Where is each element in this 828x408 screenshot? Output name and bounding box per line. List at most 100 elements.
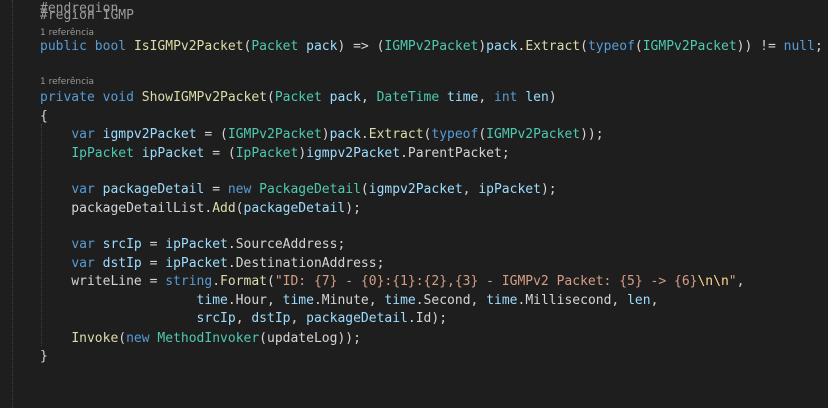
code-token: time — [447, 90, 479, 105]
code-token: private — [40, 90, 95, 105]
code-token: ipPacket — [141, 146, 205, 161]
code-token: srcIp — [102, 237, 142, 252]
code-token: ipPacket — [165, 256, 228, 271]
code-token: .Hour, — [227, 293, 283, 308]
code-token: , — [736, 274, 745, 289]
code-token: , — [235, 311, 252, 326]
code-token: dstIp — [251, 311, 291, 326]
code-token: #endregion — [40, 1, 119, 16]
code-token: ( — [580, 39, 588, 54]
code-text: packageDetailList.Add(packageDetail); — [40, 200, 361, 218]
code-token: PackageDetail — [259, 182, 361, 197]
code-token: typeof — [587, 39, 635, 54]
code-token: dstIp — [102, 256, 142, 271]
code-token: ( — [267, 274, 275, 289]
code-line[interactable]: packageDetailList.Add(packageDetail); — [0, 200, 828, 218]
code-token: IGMPv2Packet — [642, 39, 737, 54]
code-token: .Millisecond, — [517, 293, 628, 308]
code-line[interactable]: public bool IsIGMPv2Packet ( Packet pack ) … — [0, 38, 828, 56]
code-token: new — [126, 331, 150, 346]
code-token: public — [40, 39, 87, 54]
code-line[interactable] — [0, 385, 828, 403]
code-token: ); — [540, 182, 557, 197]
code-text: time.Hour, time.Minute, time.Second, tim… — [40, 292, 659, 310]
code-token: = — [204, 182, 228, 197]
code-token: packageDetail — [102, 182, 205, 197]
code-token: ) — [548, 90, 557, 105]
code-line[interactable]: srcIp, dstIp, packageDetail.Id); — [0, 310, 828, 328]
code-token: . — [212, 274, 221, 289]
code-token: var — [71, 237, 95, 252]
code-line[interactable]: { — [0, 108, 828, 126]
code-token: IsIGMPv2Packet — [133, 39, 244, 54]
code-token: pack — [486, 39, 518, 54]
code-token: int — [494, 90, 518, 105]
code-line[interactable]: time.Hour, time.Minute, time.Second, tim… — [0, 292, 828, 310]
code-token: \n\n — [697, 274, 729, 289]
code-line[interactable]: var igmpv2Packet = (IGMPv2Packet)pack.Ex… — [0, 126, 828, 144]
code-line[interactable]: var srcIp = ipPacket.SourceAddress; — [0, 236, 828, 254]
code-editor[interactable]: 1 referência 1 referência #region IGMP pu… — [0, 0, 828, 408]
code-token: igmpv2Packet — [102, 127, 197, 142]
code-token: ); — [345, 201, 361, 216]
code-token: = — [141, 256, 166, 271]
code-line[interactable] — [0, 163, 828, 181]
code-line[interactable] — [0, 62, 828, 80]
code-token: ipPacket — [165, 237, 228, 252]
code-token: ( — [118, 331, 127, 346]
code-token: , — [360, 90, 377, 105]
code-line[interactable]: } — [0, 348, 828, 366]
code-token: ( — [235, 201, 244, 216]
code-line[interactable]: writeLine = string.Format("ID: {7} - {0}… — [0, 273, 828, 291]
code-line[interactable] — [0, 218, 828, 236]
code-line[interactable]: private void ShowIGMPv2Packet(Packet pac… — [0, 89, 828, 107]
code-token: Packet — [251, 39, 299, 54]
code-token: , — [462, 182, 479, 197]
code-token: void — [102, 90, 134, 105]
code-token: .ParentPacket; — [400, 146, 510, 161]
code-token: , — [290, 311, 307, 326]
code-text: public bool IsIGMPv2Packet ( Packet pack ) … — [40, 38, 823, 56]
code-line[interactable] — [0, 366, 828, 384]
code-token: len — [525, 90, 549, 105]
code-token: .Id); — [407, 311, 448, 326]
code-token: Extract — [368, 127, 424, 142]
code-token: bool — [94, 39, 127, 54]
code-text: var packageDetail = new PackageDetail(ig… — [40, 181, 557, 199]
code-token: ( — [360, 182, 369, 197]
code-token: Extract — [525, 39, 581, 54]
code-token: = ( — [196, 127, 228, 142]
code-text: var igmpv2Packet = (IGMPv2Packet)pack.Ex… — [40, 126, 603, 144]
code-token: = — [141, 237, 166, 252]
code-token: pack — [329, 90, 361, 105]
code-line[interactable]: Invoke(new MethodInvoker(updateLog)); — [0, 330, 828, 348]
code-token: "ID: {7} - {0}:{1}:{2},{3} - IGMPv2 Pack… — [274, 274, 698, 289]
code-token: ) => ( — [337, 39, 385, 54]
code-token: { — [40, 109, 48, 124]
code-token: string — [165, 274, 213, 289]
code-token: ; — [814, 39, 823, 54]
code-text: srcIp, dstIp, packageDetail.Id); — [40, 310, 447, 328]
code-token: IGMPv2Packet — [384, 39, 479, 54]
code-token: , — [650, 293, 659, 308]
code-token: (updateLog)); — [259, 331, 361, 346]
code-line[interactable]: var dstIp = ipPacket.DestinationAddress; — [0, 255, 828, 273]
code-token: ) — [321, 127, 330, 142]
code-token: var — [71, 182, 95, 197]
code-line[interactable]: IpPacket ipPacket = (IpPacket)igmpv2Pack… — [0, 145, 828, 163]
code-token: " — [728, 274, 737, 289]
code-line[interactable]: #endregion — [0, 0, 828, 18]
code-line[interactable]: var packageDetail = new PackageDetail(ig… — [0, 181, 828, 199]
